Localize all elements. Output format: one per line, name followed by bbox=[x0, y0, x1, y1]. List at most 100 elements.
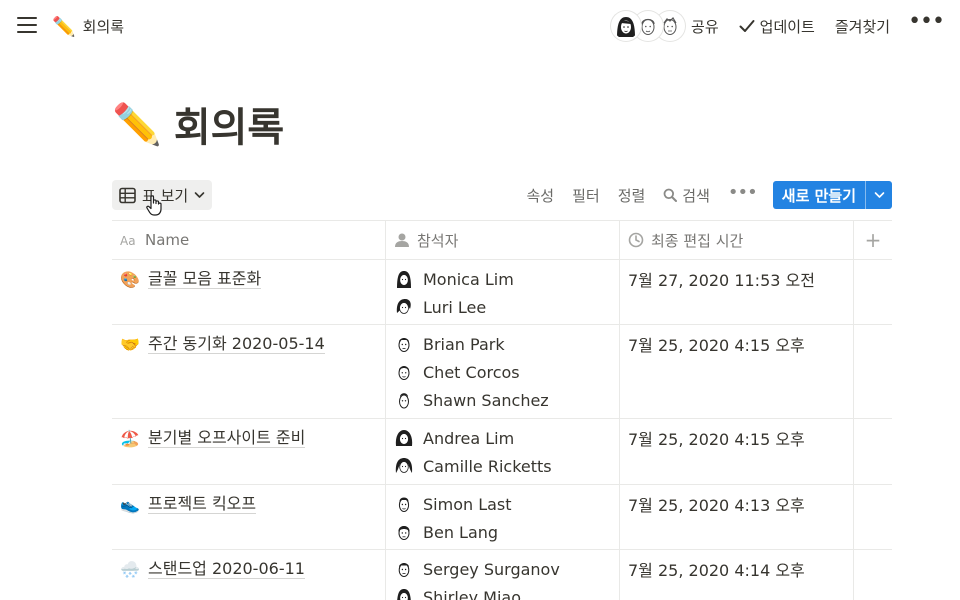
name-cell[interactable]: 🏖️ 분기별 오프사이트 준비 bbox=[112, 419, 386, 484]
person-chip[interactable]: Chet Corcos bbox=[394, 358, 611, 386]
new-button: 새로 만들기 bbox=[772, 181, 892, 209]
attendees-cell[interactable]: Brian Park Chet Corcos Shawn Sanchez bbox=[386, 325, 620, 418]
person-name: Monica Lim bbox=[423, 269, 514, 289]
page-name: 글꼴 모음 표준화 bbox=[148, 269, 262, 289]
person-chip[interactable]: Shawn Sanchez bbox=[394, 386, 611, 414]
person-chip[interactable]: Simon Last bbox=[394, 490, 611, 518]
updates-button-label: 업데이트 bbox=[759, 17, 815, 36]
column-header-label: 참석자 bbox=[417, 231, 459, 250]
person-chip[interactable]: Brian Park bbox=[394, 330, 611, 358]
page-link[interactable]: 👟 프로젝트 킥오프 bbox=[120, 492, 377, 516]
person-chip[interactable]: Camille Ricketts bbox=[394, 452, 611, 480]
page-title[interactable]: ✏️ 회의록 bbox=[112, 94, 284, 154]
name-cell[interactable]: 🎨 글꼴 모음 표준화 bbox=[112, 260, 386, 324]
share-button-label: 공유 bbox=[691, 17, 719, 36]
breadcrumb-page-name: 회의록 bbox=[82, 17, 125, 36]
hand-cursor-icon bbox=[146, 195, 162, 216]
avatar bbox=[397, 271, 411, 288]
avatar bbox=[398, 497, 410, 512]
add-column-button[interactable]: + bbox=[854, 221, 892, 259]
table-row[interactable]: 👟 프로젝트 킥오프 Simon Last Ben Lang 7월 25, 20… bbox=[112, 485, 892, 550]
person-chip[interactable]: Luri Lee bbox=[394, 293, 611, 321]
updates-button[interactable]: 업데이트 bbox=[739, 16, 815, 37]
top-bar: ✏️ 회의록 공유 업데이트 즐겨찾기 ••• bbox=[0, 0, 960, 52]
person-chip[interactable]: Sergey Surganov bbox=[394, 555, 611, 583]
pencil-icon: ✏️ bbox=[52, 15, 76, 38]
avatar bbox=[395, 458, 413, 473]
column-header-edited[interactable]: 최종 편집 시간 bbox=[620, 221, 854, 259]
menu-icon[interactable] bbox=[17, 16, 37, 34]
edited-time-cell: 7월 27, 2020 11:53 오전 bbox=[620, 260, 854, 324]
sneaker-icon: 👟 bbox=[120, 494, 140, 514]
person-chip[interactable]: Shirley Miao bbox=[394, 583, 611, 600]
attendees-cell[interactable]: Simon Last Ben Lang bbox=[386, 485, 620, 549]
search-button[interactable]: 검색 bbox=[663, 185, 710, 206]
edited-time: 7월 25, 2020 4:13 오후 bbox=[628, 496, 805, 515]
new-button-main[interactable]: 새로 만들기 bbox=[773, 181, 865, 209]
person-chip[interactable]: Andrea Lim bbox=[394, 424, 611, 452]
avatar bbox=[396, 299, 411, 314]
breadcrumb[interactable]: ✏️ 회의록 bbox=[52, 12, 124, 40]
edited-time: 7월 25, 2020 4:15 오후 bbox=[628, 430, 805, 449]
pencil-icon: ✏️ bbox=[112, 101, 162, 148]
avatar bbox=[397, 589, 411, 600]
top-actions: 공유 업데이트 즐겨찾기 ••• bbox=[671, 11, 945, 41]
edited-time: 7월 25, 2020 4:14 오후 bbox=[628, 561, 805, 580]
name-cell[interactable]: 👟 프로젝트 킥오프 bbox=[112, 485, 386, 549]
page-name: 스탠드업 2020-06-11 bbox=[148, 559, 305, 579]
attendees-cell[interactable]: Andrea Lim Camille Ricketts bbox=[386, 419, 620, 484]
table-row[interactable]: 🌨️ 스탠드업 2020-06-11 Sergey Surganov Shirl… bbox=[112, 550, 892, 600]
page-link[interactable]: 🎨 글꼴 모음 표준화 bbox=[120, 267, 377, 291]
page-name: 주간 동기화 2020-05-14 bbox=[148, 334, 325, 354]
table-header: Aa Name 참석자 최종 편집 시간 + bbox=[112, 220, 892, 260]
view-more-button[interactable]: ••• bbox=[728, 182, 758, 209]
favorite-button[interactable]: 즐겨찾기 bbox=[835, 16, 890, 37]
person-chip[interactable]: Ben Lang bbox=[394, 518, 611, 546]
new-button-dropdown[interactable] bbox=[865, 181, 892, 209]
page-link[interactable]: 🌨️ 스탠드업 2020-06-11 bbox=[120, 557, 377, 581]
person-name: Camille Ricketts bbox=[423, 456, 552, 476]
filter-button[interactable]: 필터 bbox=[572, 185, 600, 206]
column-header-name[interactable]: Aa Name bbox=[112, 221, 386, 259]
person-name: Andrea Lim bbox=[423, 428, 515, 448]
table-row[interactable]: 🤝 주간 동기화 2020-05-14 Brian Park Chet Corc… bbox=[112, 325, 892, 419]
more-options-button[interactable]: ••• bbox=[908, 11, 945, 41]
avatar[interactable] bbox=[611, 11, 641, 41]
cloud-snow-icon: 🌨️ bbox=[120, 559, 140, 579]
column-header-attendees[interactable]: 참석자 bbox=[386, 221, 620, 259]
person-chip[interactable]: Monica Lim bbox=[394, 265, 611, 293]
table-row[interactable]: 🏖️ 분기별 오프사이트 준비 Andrea Lim Camille Ricke… bbox=[112, 419, 892, 485]
page-link[interactable]: 🤝 주간 동기화 2020-05-14 bbox=[120, 332, 377, 356]
sort-button[interactable]: 정렬 bbox=[618, 185, 646, 206]
view-actions: 속성 필터 정렬 검색 ••• 새로 만들기 bbox=[508, 180, 892, 210]
person-name: Ben Lang bbox=[423, 522, 499, 542]
attendees-cell[interactable]: Monica Lim Luri Lee bbox=[386, 260, 620, 324]
table-row[interactable]: 🎨 글꼴 모음 표준화 Monica Lim Luri Lee 7월 27, 2… bbox=[112, 260, 892, 325]
empty-cell bbox=[854, 550, 892, 600]
attendees-cell[interactable]: Sergey Surganov Shirley Miao bbox=[386, 550, 620, 600]
column-header-label: Name bbox=[145, 231, 190, 249]
share-button[interactable]: 공유 bbox=[691, 16, 719, 37]
name-cell[interactable]: 🤝 주간 동기화 2020-05-14 bbox=[112, 325, 386, 418]
person-name: Sergey Surganov bbox=[423, 559, 560, 579]
edited-time-cell: 7월 25, 2020 4:15 오후 bbox=[620, 419, 854, 484]
collaborator-avatars[interactable] bbox=[611, 11, 685, 41]
table-icon bbox=[119, 187, 136, 203]
edited-time-cell: 7월 25, 2020 4:15 오후 bbox=[620, 325, 854, 418]
properties-button[interactable]: 속성 bbox=[526, 185, 554, 206]
palette-icon: 🎨 bbox=[120, 269, 140, 289]
favorite-button-label: 즐겨찾기 bbox=[834, 17, 891, 36]
edited-time-cell: 7월 25, 2020 4:13 오후 bbox=[620, 485, 854, 549]
name-cell[interactable]: 🌨️ 스탠드업 2020-06-11 bbox=[112, 550, 386, 600]
person-name: Simon Last bbox=[423, 494, 512, 514]
chevron-down-icon bbox=[874, 192, 884, 198]
text-property-icon: Aa bbox=[120, 234, 136, 247]
edited-time: 7월 27, 2020 11:53 오전 bbox=[628, 271, 815, 290]
avatar bbox=[398, 338, 410, 352]
avatar bbox=[398, 563, 410, 577]
edited-time: 7월 25, 2020 4:15 오후 bbox=[628, 336, 805, 355]
empty-cell bbox=[854, 260, 892, 324]
page-link[interactable]: 🏖️ 분기별 오프사이트 준비 bbox=[120, 426, 377, 450]
person-name: Brian Park bbox=[423, 334, 505, 354]
empty-cell bbox=[854, 485, 892, 549]
